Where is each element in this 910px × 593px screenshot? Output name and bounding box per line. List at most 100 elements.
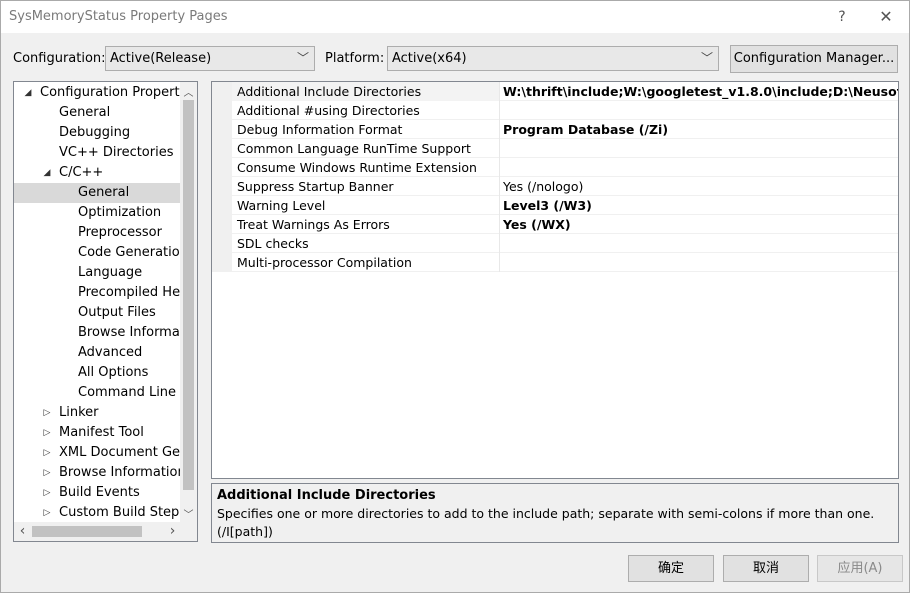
tree-item[interactable]: ▷ Manifest Tool — [14, 423, 180, 443]
scroll-left-icon[interactable]: ‹ — [14, 523, 31, 539]
scroll-up-icon[interactable]: ︿ — [180, 84, 197, 99]
tree-vertical-scrollbar[interactable]: ︿ ﹀ — [180, 82, 197, 523]
expand-arrow-icon[interactable]: ▷ — [42, 483, 52, 503]
tree-item-label: Manifest Tool — [59, 425, 144, 440]
property-name: Debug Information Format — [237, 122, 403, 137]
property-row[interactable]: Additional Include Directories W:\thrift\… — [212, 82, 898, 101]
tree-item-label: Debugging — [59, 125, 131, 140]
collapse-arrow-icon[interactable]: ◢ — [42, 163, 52, 183]
row-gutter — [212, 177, 232, 196]
expand-arrow-icon[interactable]: ▷ — [42, 463, 52, 483]
configuration-combobox[interactable]: Active(Release) ﹀ — [105, 46, 315, 71]
column-divider — [499, 177, 500, 196]
window-title: SysMemoryStatus Property Pages — [9, 9, 228, 24]
row-gutter — [212, 158, 232, 177]
tree-item[interactable]: ▷ Browse Information — [14, 463, 180, 483]
property-name: SDL checks — [237, 236, 309, 251]
configuration-manager-button[interactable]: Configuration Manager... — [730, 45, 898, 73]
property-row[interactable]: Suppress Startup Banner Yes (/nologo) — [212, 177, 898, 196]
tree-item-label: Preprocessor — [78, 225, 162, 240]
tree-item-label: Build Events — [59, 485, 140, 500]
property-value[interactable]: Yes (/nologo) — [503, 179, 583, 194]
tree-item[interactable]: Precompiled Headers — [14, 283, 180, 303]
expand-arrow-icon[interactable]: ▷ — [42, 423, 52, 443]
expand-arrow-icon[interactable]: ▷ — [42, 503, 52, 523]
tree-item[interactable]: All Options — [14, 363, 180, 383]
expand-arrow-icon[interactable]: ▷ — [42, 443, 52, 463]
apply-button[interactable]: 应用(A) — [817, 555, 903, 582]
configuration-label: Configuration: — [13, 51, 106, 66]
property-value[interactable]: Program Database (/Zi) — [503, 122, 668, 137]
row-gutter — [212, 253, 232, 272]
property-name: Additional Include Directories — [237, 84, 422, 99]
cancel-button[interactable]: 取消 — [723, 555, 809, 582]
description-title: Additional Include Directories — [217, 488, 436, 503]
property-name: Additional #using Directories — [237, 103, 420, 118]
column-divider — [499, 215, 500, 234]
scroll-down-icon[interactable]: ﹀ — [180, 506, 197, 521]
help-icon[interactable]: ? — [827, 5, 857, 29]
property-name: Warning Level — [237, 198, 326, 213]
scrollbar-thumb[interactable] — [32, 526, 142, 537]
property-row[interactable]: Warning Level Level3 (/W3) — [212, 196, 898, 215]
tree-item[interactable]: ◢ Configuration Properties — [14, 83, 180, 103]
tree-item[interactable]: ▷ Build Events — [14, 483, 180, 503]
category-tree[interactable]: ◢ Configuration Properties General Debuggin… — [13, 81, 198, 542]
row-gutter — [212, 120, 232, 139]
property-name: Multi-processor Compilation — [237, 255, 412, 270]
close-icon[interactable]: ✕ — [871, 5, 901, 29]
property-value[interactable]: W:\thrift\include;W:\googletest_v1.8.0\i… — [503, 84, 898, 99]
tree-item[interactable]: General — [14, 103, 180, 123]
row-gutter — [212, 215, 232, 234]
property-row[interactable]: Consume Windows Runtime Extension — [212, 158, 898, 177]
row-gutter — [212, 82, 232, 101]
tree-item-label: Precompiled Headers — [78, 285, 180, 300]
tree-item[interactable]: Preprocessor — [14, 223, 180, 243]
tree-item-label: Command Line — [78, 385, 177, 400]
tree-item[interactable]: ▷ Linker — [14, 403, 180, 423]
tree-item-label: Linker — [59, 405, 99, 420]
property-grid[interactable]: Additional Include Directories W:\thrift\… — [211, 81, 899, 479]
property-row[interactable]: Multi-processor Compilation — [212, 253, 898, 272]
row-gutter — [212, 234, 232, 253]
row-gutter — [212, 139, 232, 158]
tree-item[interactable]: Debugging — [14, 123, 180, 143]
property-row[interactable]: Debug Information Format Program Database… — [212, 120, 898, 139]
collapse-arrow-icon[interactable]: ◢ — [23, 83, 33, 103]
tree-item[interactable]: Language — [14, 263, 180, 283]
description-panel: Additional Include Directories Specifies… — [211, 483, 899, 543]
property-row[interactable]: Additional #using Directories — [212, 101, 898, 120]
column-divider — [499, 120, 500, 139]
tree-item[interactable]: Command Line — [14, 383, 180, 403]
scrollbar-thumb[interactable] — [183, 100, 194, 490]
property-row[interactable]: Treat Warnings As Errors Yes (/WX) — [212, 215, 898, 234]
property-name: Suppress Startup Banner — [237, 179, 394, 194]
property-row[interactable]: SDL checks — [212, 234, 898, 253]
expand-arrow-icon[interactable]: ▷ — [42, 403, 52, 423]
tree-item-label: Language — [78, 265, 143, 280]
tree-item[interactable]: Advanced — [14, 343, 180, 363]
scroll-right-icon[interactable]: › — [164, 523, 181, 539]
tree-item[interactable]: ▷ XML Document Generator — [14, 443, 180, 463]
tree-item-label: Browse Information — [59, 465, 180, 480]
tree-item[interactable]: Browse Information — [14, 323, 180, 343]
property-row[interactable]: Common Language RunTime Support — [212, 139, 898, 158]
description-switch: (/I[path]) — [217, 524, 273, 539]
tree-horizontal-scrollbar[interactable]: ‹ › — [14, 522, 197, 541]
configuration-value: Active(Release) — [110, 51, 212, 66]
tree-item[interactable]: Code Generation — [14, 243, 180, 263]
tree-item[interactable]: ▷ Custom Build Step — [14, 503, 180, 523]
property-value[interactable]: Yes (/WX) — [503, 217, 571, 232]
tree-item[interactable]: Output Files — [14, 303, 180, 323]
tree-item[interactable]: ◢ C/C++ — [14, 163, 180, 183]
platform-combobox[interactable]: Active(x64) ﹀ — [387, 46, 719, 71]
column-divider — [499, 196, 500, 215]
column-divider — [499, 234, 500, 253]
ok-button[interactable]: 确定 — [628, 555, 714, 582]
tree-item[interactable]: General — [14, 183, 180, 203]
platform-label: Platform: — [325, 51, 385, 66]
tree-item[interactable]: VC++ Directories — [14, 143, 180, 163]
tree-item-label: Optimization — [78, 205, 162, 220]
property-value[interactable]: Level3 (/W3) — [503, 198, 592, 213]
tree-item[interactable]: Optimization — [14, 203, 180, 223]
